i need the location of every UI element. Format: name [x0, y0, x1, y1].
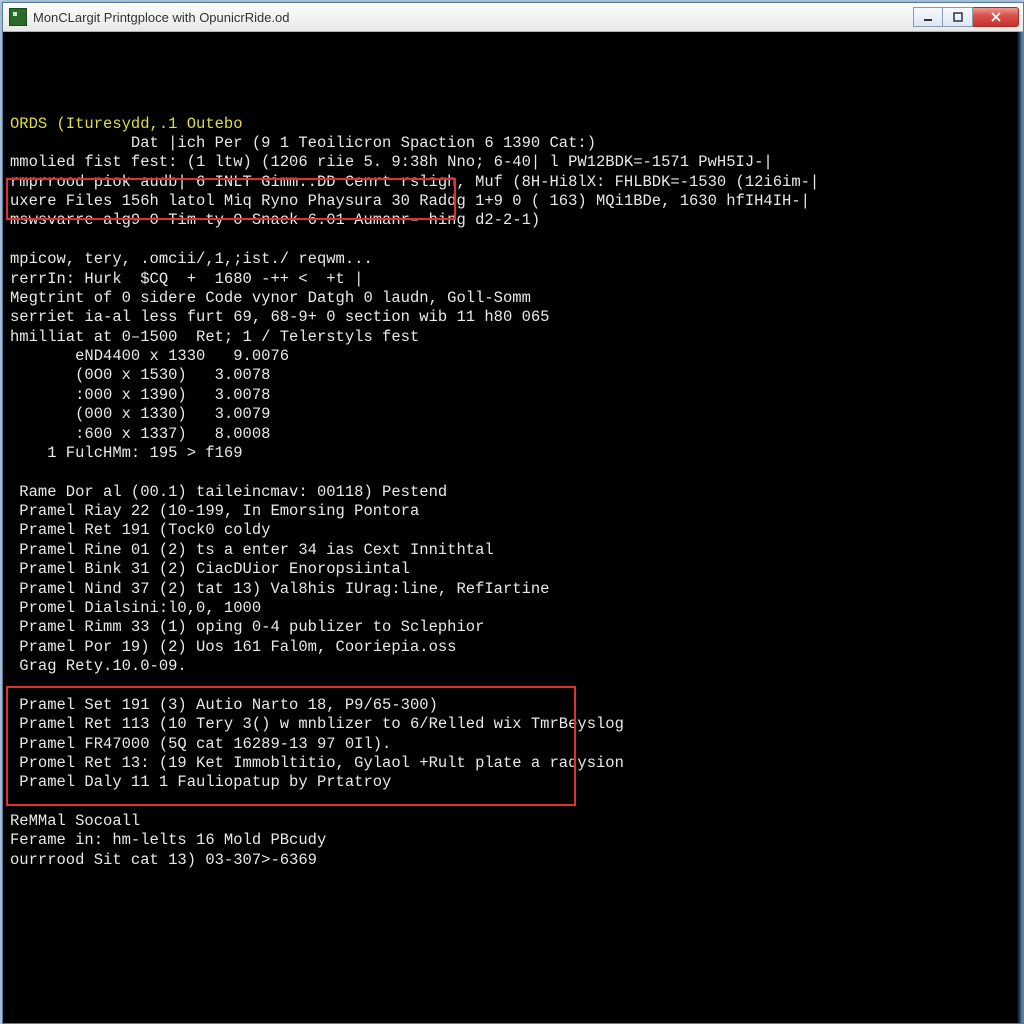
terminal-line: ReMMal Socoall [10, 812, 1016, 831]
terminal-line: Grag Rety.10.0-09. [10, 657, 1016, 676]
terminal-line [10, 676, 1016, 695]
terminal-line: uxere Files 156h latol Miq Ryno Phaysura… [10, 192, 1016, 211]
terminal-line: (000 x 1330) 3.0079 [10, 405, 1016, 424]
terminal-line: :600 x 1337) 8.0008 [10, 425, 1016, 444]
terminal-line: (0O0 x 1530) 3.0078 [10, 366, 1016, 385]
terminal-line: Pramel Set 191 (3) Autio Narto 18, P9/65… [10, 696, 1016, 715]
terminal-line: eND4400 x 1330 9.0076 [10, 347, 1016, 366]
terminal-output[interactable]: ORDS (Ituresydd,.1 Outebo Dat |ich Per (… [3, 32, 1023, 1023]
maximize-icon [952, 11, 964, 23]
terminal-line: Promel Ret 13: (19 Ket Immobltitio, Gyla… [10, 754, 1016, 773]
app-icon [9, 8, 27, 26]
terminal-line: Pramel Ret 113 (10 Tery 3() w mnblizer t… [10, 715, 1016, 734]
terminal-line: hmilliat at 0–1500 Ret; 1 / Telerstyls f… [10, 328, 1016, 347]
terminal-line: mmolied fist fest: (1 ltw) (1206 riie 5.… [10, 153, 1016, 172]
terminal-line: Rame Dor al (00.1) taileincmav: 00118) P… [10, 483, 1016, 502]
terminal-line: Pramel Por 19) (2) Uos 161 Fal0m, Coorie… [10, 638, 1016, 657]
terminal-line [10, 463, 1016, 482]
terminal-line: ourrrood Sit cat 13) 03-307>-6369 [10, 851, 1016, 870]
terminal-line: Pramel Riay 22 (10-199, In Emorsing Pont… [10, 502, 1016, 521]
terminal-line: rerrIn: Hurk $CQ + 1680 -++ < +t | [10, 270, 1016, 289]
terminal-line: Megtrint of 0 sidere Code vynor Datgh 0 … [10, 289, 1016, 308]
close-icon [990, 11, 1002, 23]
terminal-line: Pramel Daly 11 1 Fauliopatup by Prtatroy [10, 773, 1016, 792]
close-button[interactable] [973, 7, 1019, 27]
terminal-line: :000 x 1390) 3.0078 [10, 386, 1016, 405]
terminal-line: Pramel Bink 31 (2) CiacDUior Enoropsiint… [10, 560, 1016, 579]
terminal-line: serriet ia-al less furt 69, 68-9+ 0 sect… [10, 308, 1016, 327]
terminal-line [10, 231, 1016, 250]
maximize-button[interactable] [943, 7, 973, 27]
terminal-line: mswsvarre alg9 0 Tim ty 0 Snack 6.01 Aum… [10, 211, 1016, 230]
scrollbar-edge[interactable] [1017, 32, 1023, 1023]
terminal-line: Pramel Rimm 33 (1) oping 0-4 publizer to… [10, 618, 1016, 637]
terminal-line: Ferame in: hm-lelts 16 Mold PBcudy [10, 831, 1016, 850]
minimize-button[interactable] [913, 7, 943, 27]
terminal-line: rmprrood piok audb| 6 INLT Gimm..DD Cenr… [10, 173, 1016, 192]
terminal-line: 1 FulcHMm: 195 > f169 [10, 444, 1016, 463]
app-window: MonCLargit Printgploce with OpunicrRide.… [2, 2, 1024, 1024]
terminal-line: Pramel Ret 191 (Tock0 coldy [10, 521, 1016, 540]
terminal-line: Promel Dialsini:l0,0, 1000 [10, 599, 1016, 618]
minimize-icon [922, 11, 934, 23]
window-controls [913, 7, 1019, 27]
terminal-line: ORDS (Ituresydd,.1 Outebo [10, 115, 1016, 134]
terminal-line: Pramel Nind 37 (2) tat 13) Val8his IUrag… [10, 580, 1016, 599]
terminal-line: Dat |ich Per (9 1 Teoilicron Spaction 6 … [10, 134, 1016, 153]
window-title: MonCLargit Printgploce with OpunicrRide.… [33, 10, 290, 25]
terminal-line: mpicow, tery, .omcii/,1,;ist./ reqwm... [10, 250, 1016, 269]
terminal-line: Pramel FR47000 (5Q cat 16289-13 97 0Il). [10, 735, 1016, 754]
terminal-line [10, 793, 1016, 812]
terminal-line: Pramel Rine 01 (2) ts a enter 34 ias Cex… [10, 541, 1016, 560]
titlebar[interactable]: MonCLargit Printgploce with OpunicrRide.… [3, 3, 1023, 32]
